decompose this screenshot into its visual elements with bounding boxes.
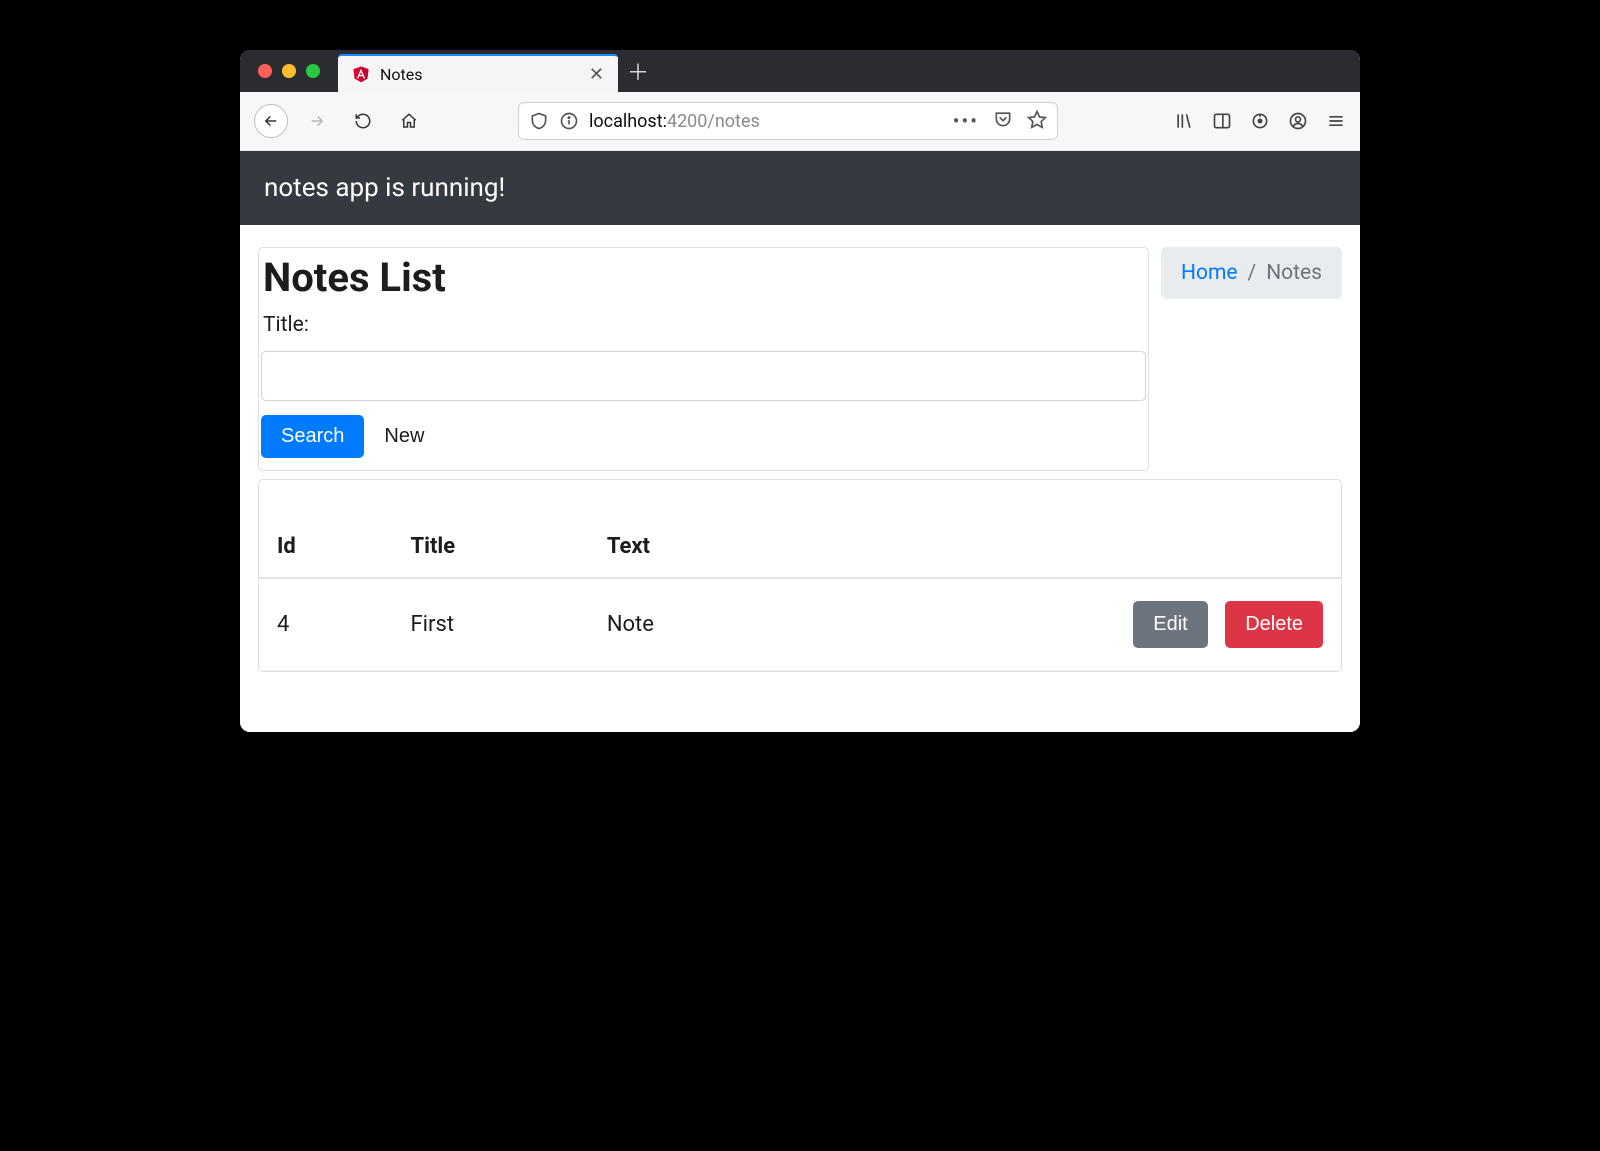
tab-close-icon[interactable]: ✕ <box>589 64 604 85</box>
library-icon[interactable] <box>1174 111 1194 131</box>
browser-toolbar: localhost:4200/notes ••• <box>240 92 1360 151</box>
url-path: 4200/notes <box>667 111 760 132</box>
toolbar-right <box>1174 111 1346 131</box>
bookmark-star-icon[interactable] <box>1027 109 1047 133</box>
pocket-icon[interactable] <box>993 109 1013 133</box>
table-row: 4 First Note Edit Delete <box>259 578 1341 671</box>
breadcrumb-current: Notes <box>1266 261 1322 285</box>
page-content: Notes List Title: Search New Home / Note… <box>240 225 1360 732</box>
cell-title: First <box>393 578 589 671</box>
tab-strip: Notes ✕ ＋ <box>240 50 1360 92</box>
cell-id: 4 <box>259 578 393 671</box>
app-header-text: notes app is running! <box>264 173 505 203</box>
url-text: localhost:4200/notes <box>589 111 943 132</box>
account-icon[interactable] <box>1288 111 1308 131</box>
page-actions-icon[interactable]: ••• <box>953 109 979 133</box>
title-input[interactable] <box>261 351 1146 401</box>
url-host: localhost: <box>589 111 667 132</box>
reload-button[interactable] <box>346 104 380 138</box>
menu-icon[interactable] <box>1326 111 1346 131</box>
angular-icon <box>352 65 370 83</box>
window-minimize-button[interactable] <box>282 64 296 78</box>
nav-forward-button[interactable] <box>300 104 334 138</box>
cell-text: Note <box>589 578 791 671</box>
delete-button[interactable]: Delete <box>1225 601 1323 648</box>
info-icon[interactable] <box>559 111 579 131</box>
extreme-icon[interactable] <box>1250 111 1270 131</box>
url-bar[interactable]: localhost:4200/notes ••• <box>518 102 1058 140</box>
window-maximize-button[interactable] <box>306 64 320 78</box>
cell-actions: Edit Delete <box>791 578 1341 671</box>
new-link[interactable]: New <box>378 415 444 458</box>
browser-tab[interactable]: Notes ✕ <box>338 54 618 92</box>
search-form-card: Notes List Title: Search New <box>258 247 1149 471</box>
notes-table: Id Title Text 4 First Note Edit Delete <box>259 480 1341 671</box>
nav-back-button[interactable] <box>254 104 288 138</box>
new-tab-button[interactable]: ＋ <box>618 50 658 92</box>
title-label: Title: <box>261 309 1146 345</box>
notes-table-card: Id Title Text 4 First Note Edit Delete <box>258 479 1342 672</box>
col-id: Id <box>259 480 393 578</box>
page-title: Notes List <box>261 250 1146 309</box>
col-actions <box>791 480 1341 578</box>
app-header: notes app is running! <box>240 151 1360 225</box>
window-close-button[interactable] <box>258 64 272 78</box>
col-title: Title <box>393 480 589 578</box>
col-text: Text <box>589 480 791 578</box>
breadcrumb-home[interactable]: Home <box>1181 261 1238 285</box>
breadcrumb: Home / Notes <box>1161 247 1342 299</box>
edit-button[interactable]: Edit <box>1133 601 1207 648</box>
window-controls <box>240 50 338 92</box>
tab-title: Notes <box>380 65 579 84</box>
search-button[interactable]: Search <box>261 415 364 458</box>
home-button[interactable] <box>392 104 426 138</box>
sidebar-icon[interactable] <box>1212 111 1232 131</box>
browser-window: Notes ✕ ＋ localhost:4200/notes <box>240 50 1360 732</box>
breadcrumb-separator: / <box>1248 261 1257 285</box>
shield-icon[interactable] <box>529 111 549 131</box>
url-actions: ••• <box>953 109 1047 133</box>
